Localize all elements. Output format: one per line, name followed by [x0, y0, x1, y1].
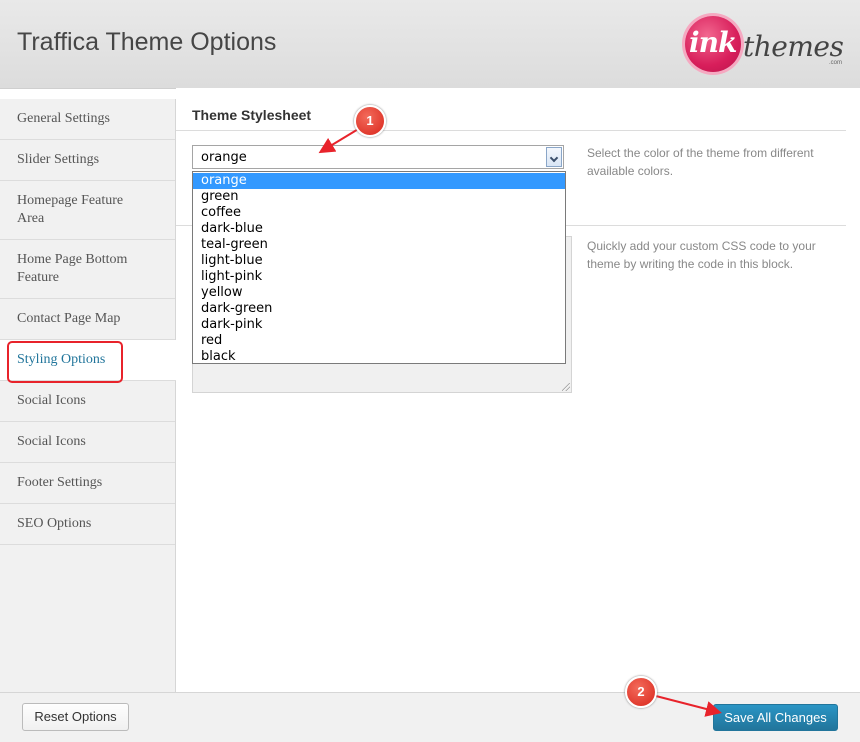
arrow-1 — [318, 127, 361, 154]
annotation-badge-2: 2 — [625, 676, 657, 708]
arrow-2 — [651, 694, 722, 717]
annotation-badge-1: 1 — [354, 105, 386, 137]
annotation-arrows — [318, 127, 722, 717]
